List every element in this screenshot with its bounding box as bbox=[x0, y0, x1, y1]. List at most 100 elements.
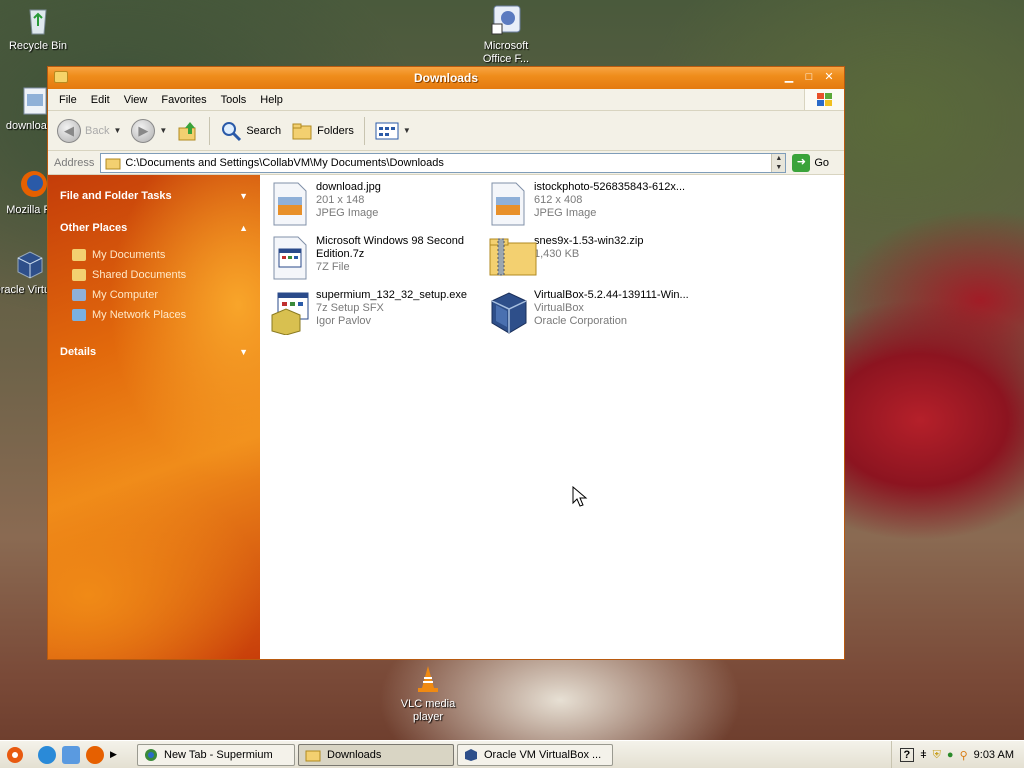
chevron-down-icon[interactable]: ▼ bbox=[239, 347, 248, 357]
chevron-down-icon[interactable]: ▼ bbox=[113, 126, 121, 135]
up-folder-icon bbox=[178, 121, 196, 140]
address-dropdown-button[interactable]: ▲ ▼ bbox=[771, 153, 786, 172]
desktop-icon-recycle-bin[interactable]: Recycle Bin bbox=[0, 4, 76, 53]
jpeg-image-icon bbox=[488, 181, 528, 227]
place-my-network-places[interactable]: My Network Places bbox=[72, 305, 248, 325]
virtualbox-icon bbox=[488, 289, 528, 335]
place-my-computer[interactable]: My Computer bbox=[72, 285, 248, 305]
file-item[interactable]: istockphoto-526835843-612x... 612 x 408 … bbox=[488, 181, 700, 231]
taskbar: ▶ New Tab - Supermium Downloads Oracle V… bbox=[0, 740, 1024, 768]
task-oracle-vm-virtualbox[interactable]: Oracle VM VirtualBox ... bbox=[457, 744, 613, 766]
file-item[interactable]: Microsoft Windows 98 Second Edition.7z 7… bbox=[270, 235, 482, 285]
file-item[interactable]: VirtualBox-5.2.44-139111-Win... VirtualB… bbox=[488, 289, 700, 339]
address-input[interactable]: C:\Documents and Settings\CollabVM\My Do… bbox=[100, 152, 787, 173]
window-body: File and Folder Tasks ▼ Other Places ▲ M… bbox=[48, 175, 844, 659]
computer-icon bbox=[72, 289, 86, 301]
7z-file-icon bbox=[270, 235, 310, 281]
task-downloads[interactable]: Downloads bbox=[298, 744, 454, 766]
browser-icon bbox=[145, 749, 157, 761]
menu-view[interactable]: View bbox=[117, 94, 155, 106]
folder-icon bbox=[105, 158, 121, 169]
folder-icon bbox=[72, 249, 86, 261]
search-button[interactable]: Search bbox=[217, 116, 284, 146]
menu-bar: File Edit View Favorites Tools Help bbox=[48, 89, 844, 111]
folders-button[interactable]: Folders bbox=[288, 116, 357, 146]
toolbar-separator bbox=[209, 116, 211, 145]
title-bar[interactable]: Downloads ▁ □ ✕ bbox=[48, 67, 844, 89]
desktop-icon-vlc[interactable]: VLC media player bbox=[390, 662, 466, 724]
menu-help[interactable]: Help bbox=[253, 94, 290, 106]
toolbar: ◀ Back ▼ ▶ ▼ Search Folders ▼ bbox=[48, 111, 844, 151]
go-arrow-icon: ➜ bbox=[792, 153, 811, 172]
back-arrow-icon: ◀ bbox=[57, 118, 81, 143]
chevron-down-icon[interactable]: ▼ bbox=[159, 126, 167, 135]
recycle-bin-icon bbox=[22, 4, 54, 36]
file-item[interactable]: supermium_132_32_setup.exe 7z Setup SFX … bbox=[270, 289, 482, 339]
security-shield-icon[interactable]: ⛨ bbox=[933, 749, 941, 762]
virtualbox-icon bbox=[465, 749, 477, 761]
quick-launch: ▶ bbox=[30, 745, 117, 764]
views-icon bbox=[375, 122, 399, 139]
file-list: download.jpg 201 x 148 JPEG Image istock… bbox=[260, 175, 844, 659]
system-tray: ? ǂ ⛨ ● ⚲ 9:03 AM bbox=[890, 741, 1024, 768]
network-icon[interactable]: ǂ bbox=[920, 749, 926, 761]
menu-favorites[interactable]: Favorites bbox=[154, 94, 213, 106]
start-button[interactable] bbox=[0, 741, 30, 768]
desktop-icon-microsoft-office[interactable]: Microsoft Office F... bbox=[468, 4, 544, 66]
desktop-icon-label: Recycle Bin bbox=[8, 40, 68, 52]
internet-explorer-icon[interactable] bbox=[38, 745, 56, 764]
close-button[interactable]: ✕ bbox=[820, 70, 838, 86]
views-button[interactable]: ▼ bbox=[372, 116, 414, 146]
chevron-down-icon[interactable]: ▼ bbox=[239, 191, 248, 201]
place-shared-documents[interactable]: Shared Documents bbox=[72, 265, 248, 285]
jpeg-image-icon bbox=[270, 181, 310, 227]
file-item[interactable]: download.jpg 201 x 148 JPEG Image bbox=[270, 181, 482, 231]
explorer-window: Downloads ▁ □ ✕ File Edit View Favorites… bbox=[47, 66, 845, 660]
windows-logo-icon bbox=[804, 89, 844, 110]
search-icon[interactable]: ⚲ bbox=[960, 749, 968, 762]
update-icon[interactable]: ● bbox=[947, 749, 954, 761]
chevron-down-icon[interactable]: ▼ bbox=[403, 126, 411, 135]
image-file-icon bbox=[18, 84, 50, 116]
quick-launch-chevron-icon[interactable]: ▶ bbox=[110, 749, 117, 760]
start-logo-icon bbox=[7, 746, 23, 763]
office-shortcut-icon bbox=[490, 4, 522, 36]
folder-icon bbox=[305, 750, 321, 762]
file-folder-tasks-header[interactable]: File and Folder Tasks ▼ bbox=[60, 187, 248, 205]
place-my-documents[interactable]: My Documents bbox=[72, 245, 248, 265]
up-folder-button[interactable] bbox=[174, 116, 202, 146]
outlook-express-icon[interactable] bbox=[62, 745, 80, 764]
zip-folder-icon bbox=[488, 235, 537, 281]
address-bar: Address C:\Documents and Settings\Collab… bbox=[48, 151, 844, 175]
virtualbox-icon bbox=[14, 248, 46, 280]
desktop-icon-label: VLC media player bbox=[400, 698, 456, 723]
other-places-header[interactable]: Other Places ▲ bbox=[60, 219, 248, 237]
mouse-pointer-icon bbox=[572, 485, 588, 511]
task-new-tab-supermium[interactable]: New Tab - Supermium bbox=[137, 744, 295, 766]
task-pane: File and Folder Tasks ▼ Other Places ▲ M… bbox=[48, 175, 260, 659]
address-label: Address bbox=[54, 156, 95, 169]
setup-exe-icon bbox=[270, 289, 310, 336]
folders-icon bbox=[292, 123, 312, 139]
menu-edit[interactable]: Edit bbox=[84, 94, 117, 106]
search-icon bbox=[222, 121, 242, 141]
maximize-button[interactable]: □ bbox=[800, 70, 818, 86]
menu-file[interactable]: File bbox=[52, 94, 84, 106]
desktop-icon-label: Microsoft Office F... bbox=[482, 40, 530, 65]
folder-icon bbox=[72, 269, 86, 281]
go-button[interactable]: ➜ Go bbox=[792, 153, 829, 172]
minimize-button[interactable]: ▁ bbox=[780, 70, 798, 86]
firefox-icon[interactable] bbox=[86, 745, 104, 764]
toolbar-separator bbox=[363, 116, 365, 145]
forward-button[interactable]: ▶ ▼ bbox=[128, 116, 170, 146]
file-item[interactable]: snes9x-1.53-win32.zip 1,430 KB bbox=[488, 235, 700, 285]
menu-tools[interactable]: Tools bbox=[214, 94, 254, 106]
chevron-up-icon[interactable]: ▲ bbox=[239, 223, 248, 233]
firefox-icon bbox=[18, 168, 50, 200]
back-button[interactable]: ◀ Back ▼ bbox=[54, 116, 124, 146]
forward-arrow-icon: ▶ bbox=[131, 118, 156, 143]
clock[interactable]: 9:03 AM bbox=[974, 749, 1014, 761]
vlc-cone-icon bbox=[412, 662, 444, 694]
details-header[interactable]: Details ▼ bbox=[60, 343, 248, 361]
help-icon[interactable]: ? bbox=[899, 748, 915, 762]
